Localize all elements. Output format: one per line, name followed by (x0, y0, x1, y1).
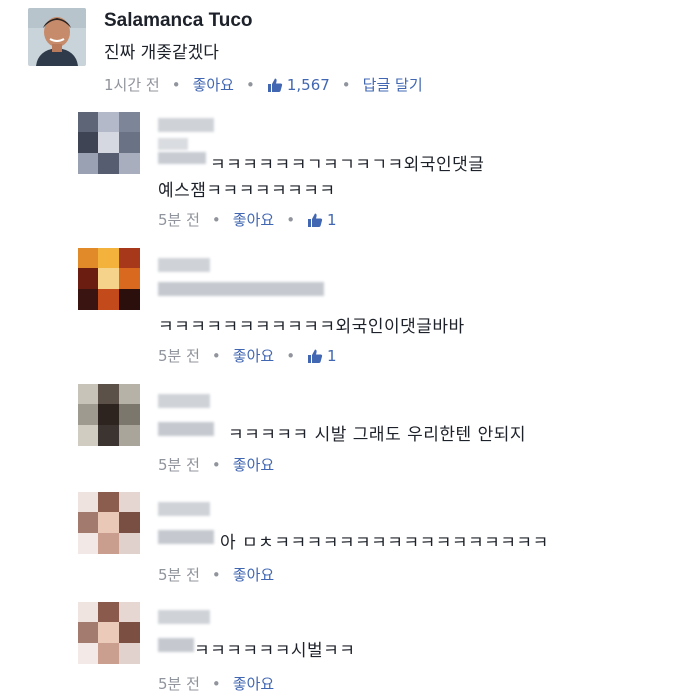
separator-dot: • (211, 210, 221, 229)
blurred-commenter-name[interactable] (158, 530, 214, 544)
reply-button[interactable]: 답글 달기 (363, 74, 423, 95)
pixelated-avatar (78, 492, 140, 554)
pixelated-avatar (78, 112, 140, 174)
comment-text: ㅋㅋㅋㅋㅋㅋㅋㅋㅋㅋㅋ외국인이댓글바바 (158, 317, 465, 337)
comment-avatar[interactable] (78, 112, 140, 174)
comment-like-button[interactable]: 좋아요 (233, 564, 274, 585)
post-text: 진짜 개좆같겠다 (104, 43, 219, 63)
separator-dot: • (341, 75, 351, 94)
pixelated-avatar (78, 248, 140, 310)
author-photo (28, 8, 86, 66)
blurred-commenter-name[interactable] (158, 422, 214, 436)
separator-dot: • (211, 346, 221, 365)
comment-time[interactable]: 5분 전 (158, 345, 200, 366)
comment-text: 아 ㅁㅊㅋㅋㅋㅋㅋㅋㅋㅋㅋㅋㅋㅋㅋㅋㅋㅋㅋ (220, 533, 549, 553)
comment-like-button[interactable]: 좋아요 (233, 345, 274, 366)
separator-dot: • (171, 75, 181, 94)
blurred-commenter-name[interactable] (158, 394, 210, 408)
comment-time[interactable]: 5분 전 (158, 209, 200, 230)
post-time[interactable]: 1시간 전 (104, 74, 160, 95)
comment-like-count[interactable]: 1 (327, 347, 337, 365)
comment-text: ㅋㅋㅋㅋㅋㅋ시벌ㅋㅋ (194, 641, 356, 661)
comment-like-button[interactable]: 좋아요 (233, 673, 274, 694)
blurred-commenter-name[interactable] (158, 118, 214, 132)
comment-text: ㅋㅋㅋㅋㅋㅋㄱㅋㄱㅋㄱㅋ외국인댓글 (210, 155, 485, 175)
author-name[interactable]: Salamanca Tuco (104, 10, 253, 32)
comment-meta: 5분 전 • 좋아요 • 1 (158, 345, 337, 366)
comment-meta: 5분 전 • 좋아요 (158, 454, 274, 475)
blurred-commenter-name[interactable] (158, 610, 210, 624)
blurred-commenter-name[interactable] (158, 258, 210, 272)
blurred-commenter-name[interactable] (158, 152, 206, 164)
separator-dot: • (211, 674, 221, 693)
separator-dot: • (286, 210, 296, 229)
pixelated-avatar (78, 384, 140, 446)
separator-dot: • (245, 75, 255, 94)
comment-avatar[interactable] (78, 492, 140, 554)
author-avatar[interactable] (28, 8, 86, 66)
comment-avatar[interactable] (78, 384, 140, 446)
separator-dot: • (211, 565, 221, 584)
separator-dot: • (211, 455, 221, 474)
blurred-commenter-name[interactable] (158, 638, 194, 652)
comment-like-button[interactable]: 좋아요 (233, 209, 274, 230)
comment-time[interactable]: 5분 전 (158, 454, 200, 475)
comment-time[interactable]: 5분 전 (158, 564, 200, 585)
comment-time[interactable]: 5분 전 (158, 673, 200, 694)
post-meta: 1시간 전 • 좋아요 • 1,567 • 답글 달기 (104, 74, 423, 95)
comment-avatar[interactable] (78, 248, 140, 310)
comment-like-count[interactable]: 1 (327, 211, 337, 229)
thumbs-up-icon (308, 213, 323, 227)
pixelated-avatar (78, 602, 140, 664)
thumbs-up-icon (267, 78, 282, 92)
post-like-button[interactable]: 좋아요 (193, 74, 234, 95)
blurred-commenter-name[interactable] (158, 282, 324, 296)
comment-meta: 5분 전 • 좋아요 (158, 564, 274, 585)
comment-text: ㅋㅋㅋㅋㅋ 시발 그래도 우리한텐 안되지 (228, 425, 526, 445)
comment-meta: 5분 전 • 좋아요 • 1 (158, 209, 337, 230)
post-like-count[interactable]: 1,567 (287, 76, 330, 94)
blurred-commenter-name[interactable] (158, 502, 210, 516)
comment-like-button[interactable]: 좋아요 (233, 454, 274, 475)
comment-meta: 5분 전 • 좋아요 (158, 673, 274, 694)
separator-dot: • (286, 346, 296, 365)
thumbs-up-icon (308, 349, 323, 363)
blurred-commenter-name[interactable] (158, 138, 188, 150)
comment-avatar[interactable] (78, 602, 140, 664)
comment-text: 예스잼ㅋㅋㅋㅋㅋㅋㅋㅋ (158, 181, 336, 201)
